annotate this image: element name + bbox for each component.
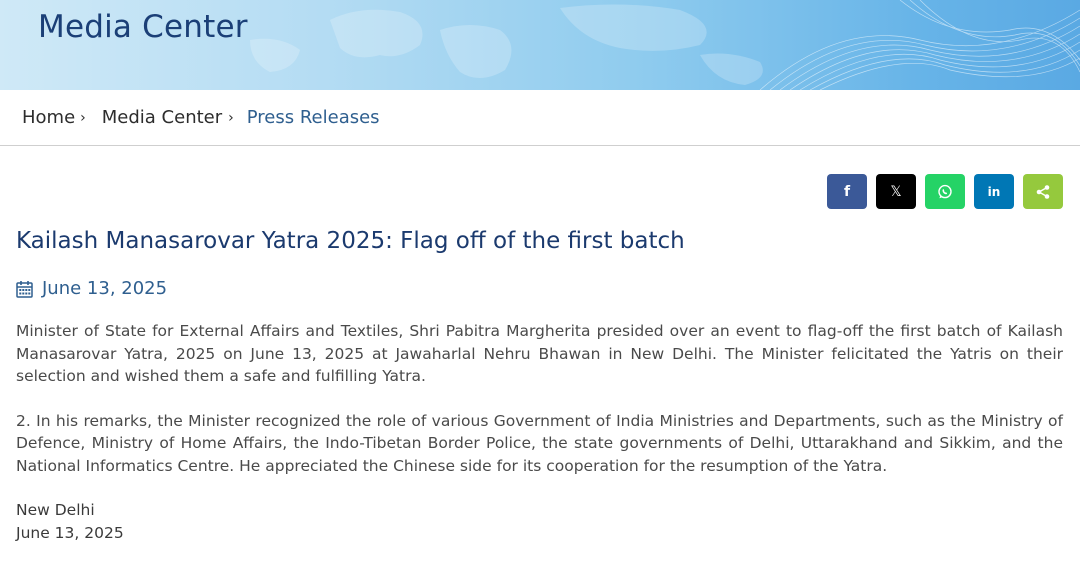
share-bar: f 𝕏 in bbox=[827, 174, 1063, 209]
breadcrumb-home-link[interactable]: Home bbox=[22, 107, 75, 128]
whatsapp-share-button[interactable] bbox=[925, 174, 965, 209]
facebook-share-button[interactable]: f bbox=[827, 174, 867, 209]
breadcrumb-press-releases[interactable]: Press Releases bbox=[247, 107, 380, 128]
signoff-place: New Delhi bbox=[16, 501, 95, 519]
breadcrumb-media-center-link[interactable]: Media Center bbox=[102, 107, 222, 128]
breadcrumb: Home › Media Center › Press Releases bbox=[0, 90, 1080, 146]
facebook-icon: f bbox=[843, 183, 851, 200]
generic-share-button[interactable] bbox=[1023, 174, 1063, 209]
page-banner-title: Media Center bbox=[38, 9, 248, 45]
breadcrumb-separator: › bbox=[228, 109, 234, 126]
signoff-date: June 13, 2025 bbox=[16, 524, 124, 542]
x-share-button[interactable]: 𝕏 bbox=[876, 174, 916, 209]
calendar-icon bbox=[16, 280, 33, 298]
breadcrumb-separator: › bbox=[80, 109, 86, 126]
article-signoff: New Delhi June 13, 2025 bbox=[16, 499, 124, 545]
article-title: Kailash Manasarovar Yatra 2025: Flag off… bbox=[16, 228, 685, 254]
article-body: Minister of State for External Affairs a… bbox=[16, 320, 1063, 499]
article-date-row: June 13, 2025 bbox=[16, 278, 167, 299]
article-paragraph: Minister of State for External Affairs a… bbox=[16, 322, 1063, 385]
share-icon bbox=[1036, 184, 1050, 199]
article-date: June 13, 2025 bbox=[42, 278, 168, 299]
whatsapp-icon bbox=[938, 184, 952, 198]
page-banner: Media Center bbox=[0, 0, 1080, 90]
x-icon: 𝕏 bbox=[890, 183, 902, 200]
linkedin-icon: in bbox=[987, 184, 1001, 199]
linkedin-share-button[interactable]: in bbox=[974, 174, 1014, 209]
article-paragraph: 2. In his remarks, the Minister recogniz… bbox=[16, 411, 1063, 475]
